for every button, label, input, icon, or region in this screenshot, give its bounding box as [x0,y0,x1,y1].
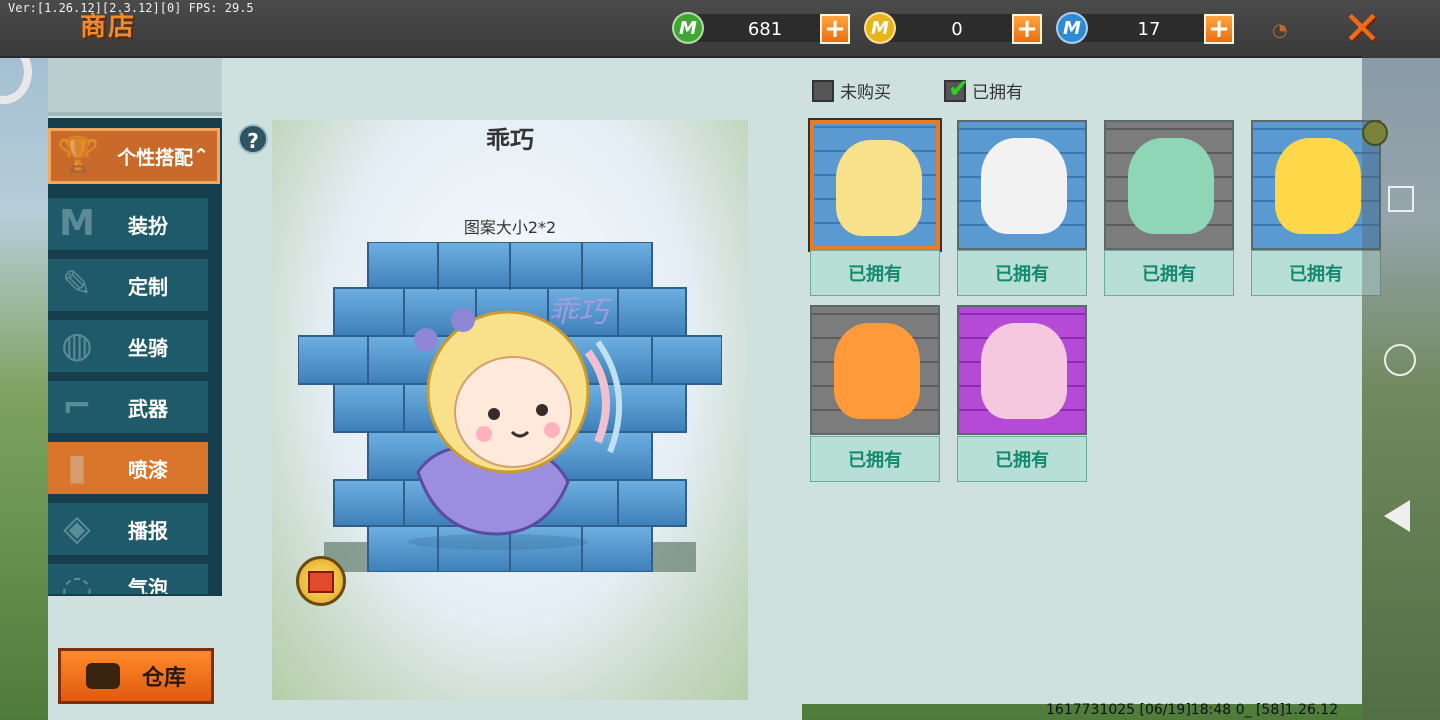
sidebar-item-label: 坐骑 [128,335,168,360]
category-personal-style[interactable]: 🏆 个性搭配 ⌃ [48,128,220,184]
sidebar-item-label: 武器 [128,396,168,421]
blue-m-coin-icon: M [1056,12,1088,44]
chest-icon [85,663,120,689]
trophy-icon: 🏆 [57,135,100,175]
gift-button[interactable] [296,556,346,606]
currency-gold-value: 0 [951,19,963,40]
checkmark-icon: ✔ [948,73,970,104]
sidebar-item-label: 装扮 [128,213,168,238]
owned-status-button[interactable]: 已拥有 [810,250,940,296]
filter-not-bought[interactable]: 未购买 [812,78,891,103]
spray-art-two-girls [981,323,1067,419]
gun-icon: ⌐ [61,386,93,427]
spray-art-blonde-fairy [836,140,922,236]
owned-status-button[interactable]: 已拥有 [957,436,1087,482]
chevron-up-icon: ⌃ [193,145,209,167]
warehouse-button[interactable]: 仓库 [58,648,214,704]
sidebar-header [48,58,222,116]
spray-item-card[interactable] [957,305,1087,435]
sidebar-item-label: 喷漆 [128,457,168,482]
filter-owned[interactable]: ✔ 已拥有 [944,74,1023,104]
gold-m-coin-icon: M [864,12,896,44]
spray-art-green-hood [1128,138,1214,234]
currency-green-value: 681 [747,19,783,40]
sidebar-item-spray[interactable]: ▮ 喷漆 [48,442,208,494]
system-nav-bar [1362,56,1440,720]
spray-art-yellow-girl [1275,138,1361,234]
spray-can-icon: ▮ [67,447,87,488]
filter-owned-label: 已拥有 [972,83,1023,103]
spray-item-card[interactable] [957,120,1087,250]
checkbox-owned[interactable]: ✔ [944,74,970,104]
category-personal-style-label: 个性搭配 [117,146,194,169]
shirt-icon: M [59,203,95,244]
add-gold-coin-button[interactable]: + [1012,14,1042,44]
close-button[interactable]: ✕ [1340,5,1384,51]
shop-title: 商店 [80,12,137,42]
sidebar-item-bubble[interactable]: ◌ 气泡 [48,564,208,594]
sidebar-item-outfit[interactable]: M 装扮 [48,198,208,250]
sidebar-item-mount[interactable]: ◍ 坐骑 [48,320,208,372]
sidebar-item-broadcast[interactable]: ◈ 播报 [48,503,208,555]
add-green-coin-button[interactable]: + [820,14,850,44]
owned-status-button[interactable]: 已拥有 [957,250,1087,296]
sidebar-item-label: 播报 [128,518,168,543]
owned-status-button[interactable]: 已拥有 [1104,250,1234,296]
svg-text:乖巧: 乖巧 [548,295,613,330]
add-blue-coin-button[interactable]: + [1204,14,1234,44]
sidebar-item-label: 气泡 [128,576,168,594]
filter-not-bought-label: 未购买 [840,83,891,103]
help-button[interactable]: ? [238,124,268,154]
sidebar-item-weapon[interactable]: ⌐ 武器 [48,381,208,433]
bubble-icon: ◌ [61,569,93,594]
checkbox-not-bought[interactable] [812,79,834,102]
spray-art-panda-magnifier [981,138,1067,234]
gift-box-icon [308,571,334,593]
mount-icon: ◍ [61,325,93,366]
spray-item-card[interactable] [808,118,942,252]
owned-status-button[interactable]: 已拥有 [810,436,940,482]
spray-item-card[interactable] [810,305,940,435]
spray-item-card[interactable] [1104,120,1234,250]
pattern-size-text: 图案大小2*2 [463,218,557,237]
green-m-coin-icon: M [672,12,704,44]
brush-icon: ✎ [61,264,93,305]
back-icon[interactable] [1384,500,1410,532]
warehouse-label: 仓库 [141,666,186,691]
spray-art-flame-boy [834,323,920,419]
broadcast-icon: ◈ [63,508,91,549]
signal-icon: ◔ [1272,20,1288,41]
footer-build-info: 1617731025 [06/19]18:48 0_ [58]1.26.12 [1046,702,1339,718]
currency-blue-value: 17 [1137,19,1161,40]
spray-preview-wall: 乖巧 [298,242,722,572]
sidebar-item-label: 定制 [128,274,168,299]
home-icon[interactable] [1384,344,1416,376]
recent-apps-icon[interactable] [1388,186,1414,212]
item-title: 乖巧 [486,126,534,154]
sidebar-item-custom[interactable]: ✎ 定制 [48,259,208,311]
